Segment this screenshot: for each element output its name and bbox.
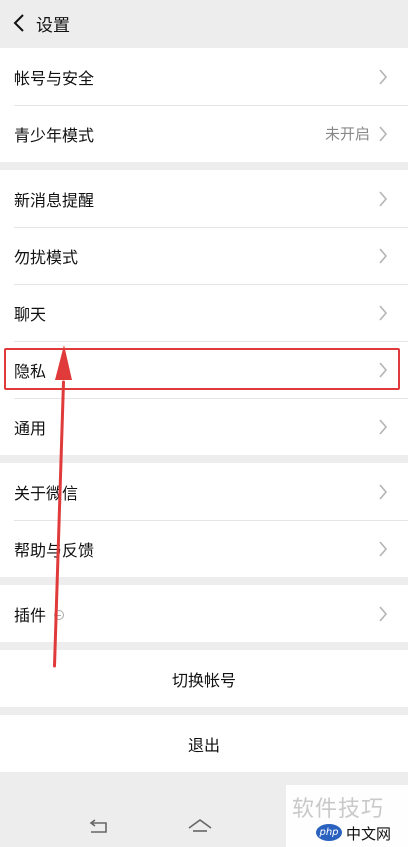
- settings-item-general[interactable]: 通用: [0, 398, 408, 455]
- header-bar: 设置: [0, 0, 408, 46]
- settings-item-account-security[interactable]: 帐号与安全: [0, 48, 408, 105]
- logout-group: 退出: [0, 715, 408, 772]
- plugin-indicator-icon: [54, 609, 65, 620]
- watermark-text: 软件技巧: [292, 797, 385, 822]
- chevron-right-icon: [379, 125, 388, 142]
- settings-item-about[interactable]: 关于微信: [0, 463, 408, 520]
- chevron-right-icon: [379, 190, 388, 207]
- settings-item-label: 关于微信: [14, 483, 79, 503]
- switch-account-button[interactable]: 切换帐号: [0, 650, 408, 707]
- settings-item-label: 新消息提醒: [14, 190, 95, 210]
- chevron-right-icon: [379, 418, 388, 435]
- chevron-left-icon: [13, 14, 24, 32]
- settings-item-label: 勿扰模式: [14, 247, 79, 267]
- settings-item-help-feedback[interactable]: 帮助与反馈: [0, 520, 408, 577]
- nav-back-icon[interactable]: [86, 816, 112, 836]
- chevron-right-icon: [379, 304, 388, 321]
- chevron-right-icon: [379, 68, 388, 85]
- chevron-right-icon: [379, 483, 388, 500]
- settings-item-label: 通用: [14, 418, 47, 438]
- chevron-right-icon: [379, 605, 388, 622]
- settings-group-plugins: 插件: [0, 585, 408, 642]
- settings-item-label: 青少年模式: [14, 125, 95, 145]
- switch-account-group: 切换帐号: [0, 650, 408, 707]
- back-button[interactable]: [2, 0, 36, 46]
- watermark-site-name: 中文网: [346, 825, 392, 843]
- settings-item-privacy[interactable]: 隐私: [0, 341, 408, 398]
- settings-item-do-not-disturb[interactable]: 勿扰模式: [0, 227, 408, 284]
- chevron-right-icon: [379, 247, 388, 264]
- settings-item-teen-mode[interactable]: 青少年模式 未开启: [0, 105, 408, 162]
- settings-item-label: 帮助与反馈: [14, 540, 95, 560]
- settings-item-plugins[interactable]: 插件: [0, 585, 408, 642]
- logout-button[interactable]: 退出: [0, 715, 408, 772]
- settings-screen: 设置 帐号与安全 青少年模式 未开启 新消息提醒 勿扰模式 聊天 隐私 通用 关…: [0, 0, 408, 847]
- nav-home-icon[interactable]: [187, 816, 213, 836]
- settings-group-account: 帐号与安全 青少年模式 未开启: [0, 48, 408, 162]
- settings-item-label: 隐私: [14, 361, 47, 381]
- settings-group-general: 新消息提醒 勿扰模式 聊天 隐私 通用: [0, 170, 408, 455]
- settings-item-label: 插件: [14, 602, 378, 626]
- settings-item-value: 未开启: [324, 125, 370, 143]
- plugins-label-text: 插件: [14, 605, 47, 625]
- page-title: 设置: [36, 15, 70, 36]
- settings-group-about: 关于微信 帮助与反馈: [0, 463, 408, 577]
- settings-item-notifications[interactable]: 新消息提醒: [0, 170, 408, 227]
- chevron-right-icon: [379, 540, 388, 557]
- settings-item-chat[interactable]: 聊天: [0, 284, 408, 341]
- settings-item-label: 帐号与安全: [14, 68, 95, 88]
- settings-item-label: 聊天: [14, 304, 47, 324]
- watermark-logo: php: [316, 824, 342, 841]
- chevron-right-icon: [379, 361, 388, 378]
- watermark: 软件技巧 php 中文网: [286, 785, 408, 847]
